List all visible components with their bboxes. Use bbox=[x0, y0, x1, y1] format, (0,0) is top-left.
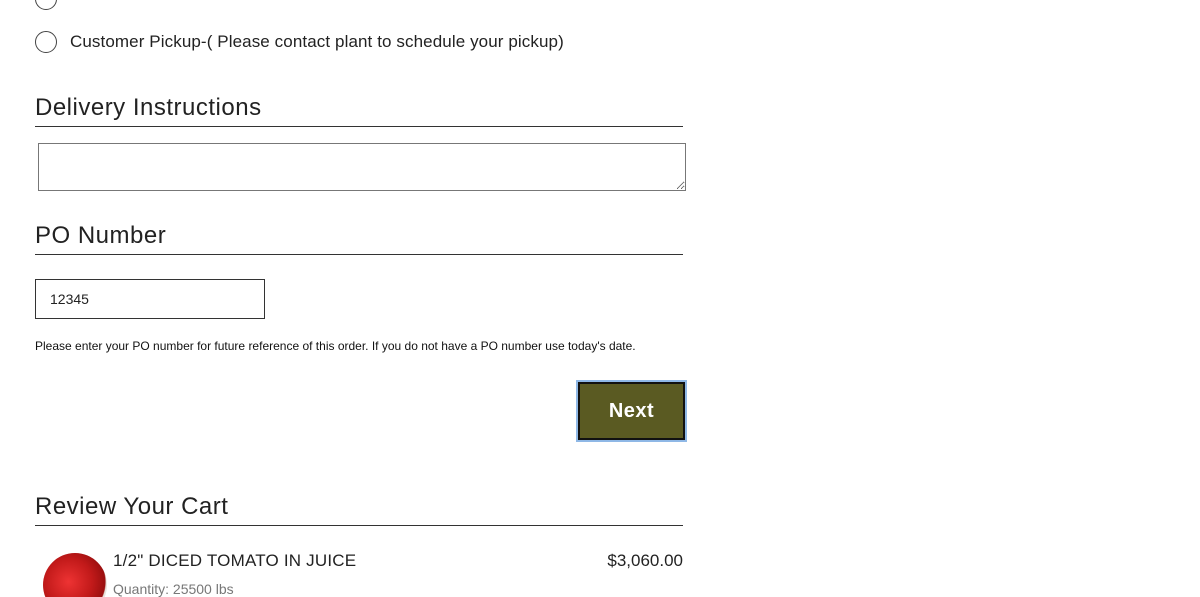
shipping-option-partial[interactable] bbox=[35, 0, 57, 10]
radio-button[interactable] bbox=[35, 0, 57, 10]
product-thumbnail bbox=[43, 553, 107, 597]
review-cart-heading: Review Your Cart bbox=[35, 493, 683, 526]
radio-button[interactable] bbox=[35, 31, 57, 53]
po-number-help-text: Please enter your PO number for future r… bbox=[35, 339, 636, 353]
cart-item-price: $3,060.00 bbox=[607, 551, 683, 570]
shipping-option-pickup[interactable]: Customer Pickup-( Please contact plant t… bbox=[35, 31, 564, 53]
pickup-option-label: Customer Pickup-( Please contact plant t… bbox=[70, 32, 564, 51]
cart-item-name: 1/2" DICED TOMATO IN JUICE bbox=[113, 551, 357, 570]
delivery-instructions-textarea[interactable] bbox=[38, 143, 686, 191]
checkout-shipping-page: Customer Pickup-( Please contact plant t… bbox=[0, 0, 1200, 597]
po-number-input[interactable] bbox=[35, 279, 265, 319]
po-number-heading: PO Number bbox=[35, 222, 683, 255]
cart-item-quantity: Quantity: 25500 lbs bbox=[113, 581, 234, 597]
next-button[interactable]: Next bbox=[576, 380, 687, 442]
delivery-instructions-heading: Delivery Instructions bbox=[35, 94, 683, 127]
